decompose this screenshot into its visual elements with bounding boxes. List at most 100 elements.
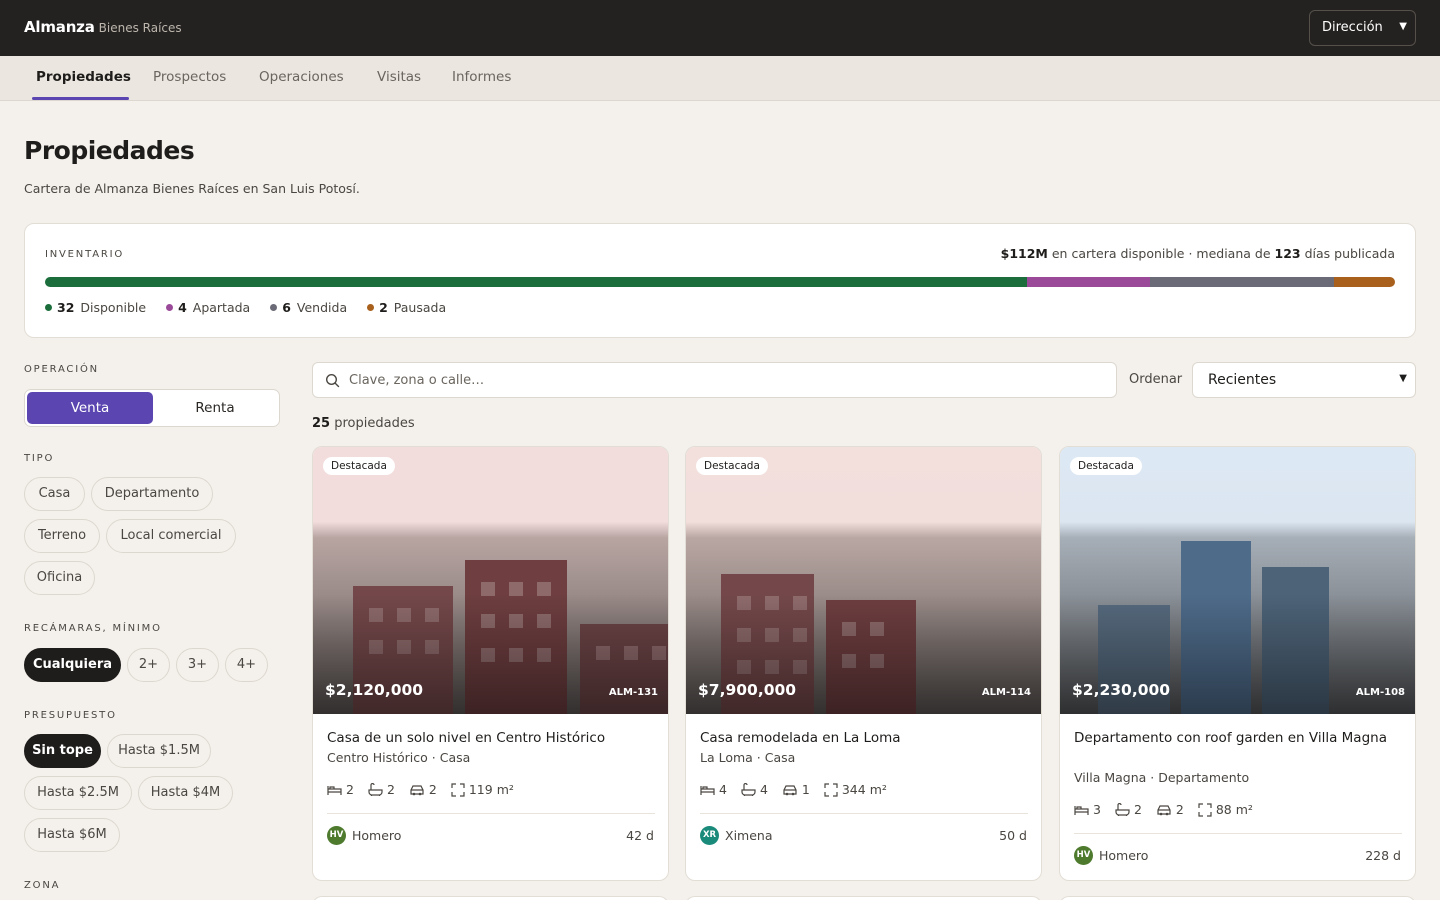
parking-feature: 1 [782,782,810,797]
bedrooms-feature: 4 [700,782,727,797]
parking-count: 1 [801,782,810,797]
budget-chip-2-5m[interactable]: Hasta $2.5M [24,776,132,810]
status-count: 32 [57,300,75,315]
avatar: HV [327,826,346,845]
search-box [312,362,1117,398]
area-feature: 344 m² [824,782,887,797]
type-chip-terreno[interactable]: Terreno [24,519,100,553]
area-value: 119 m² [468,782,514,797]
tab-propiedades[interactable]: Propiedades [36,69,131,85]
bedrooms-chip-any[interactable]: Cualquiera [24,648,121,682]
days-listed: 42 d [626,828,654,843]
search-icon [325,373,340,392]
car-icon [410,784,424,795]
sort-select-value: Recientes [1208,372,1277,388]
bathrooms-feature: 2 [1115,802,1142,817]
status-dot-icon [367,304,375,311]
portfolio-value: $112M [1000,246,1048,261]
parking-count: 2 [428,782,437,797]
summary-mid-text: en cartera disponible · mediana de [1051,246,1271,261]
budget-chip-4m[interactable]: Hasta $4M [138,776,233,810]
sort-select[interactable]: Recientes ▼ [1192,362,1416,398]
listing-agent: HV Homero [1074,846,1148,865]
status-bar-segment [45,277,1027,287]
status-label: Pausada [393,300,447,315]
listing-location: Centro Histórico · Casa [327,750,471,765]
featured-badge: Destacada [1070,457,1142,475]
expand-icon [451,782,465,797]
median-days: 123 [1274,246,1301,261]
bedrooms-feature: 3 [1074,802,1101,817]
inventory-status-bar [45,277,1395,287]
type-chip-departamento[interactable]: Departamento [91,477,213,511]
bedrooms-chip-2plus[interactable]: 2+ [127,648,170,682]
operation-toggle: Venta Renta [24,389,280,427]
legend-item[interactable]: 32 Disponible [45,300,146,315]
listing-card[interactable]: Destacada $2,120,000 ALM-131 Casa de un … [312,446,669,881]
inventory-legend: 32 Disponible 4 Apartada 6 Vendida 2 Pausad… [45,300,446,315]
days-listed: 228 d [1365,848,1401,863]
tab-operaciones[interactable]: Operaciones [259,69,344,85]
tab-visitas[interactable]: Visitas [377,69,421,85]
role-select-value: Dirección [1322,20,1383,35]
chevron-down-icon: ▼ [1399,373,1407,384]
results-count: 25 propiedades [312,416,415,431]
listing-features: 3 2 2 88 m² [1074,802,1253,817]
expand-icon [1198,802,1212,817]
listing-code: ALM-114 [981,687,1031,698]
budget-chip-6m[interactable]: Hasta $6M [24,818,120,852]
bath-icon [368,783,383,796]
operation-venta-button[interactable]: Venta [27,392,153,424]
listing-card[interactable]: Destacada $7,900,000 ALM-114 Casa remode… [685,446,1042,881]
listing-card-peek [685,896,1042,900]
status-count: 4 [178,300,187,315]
listing-code: ALM-131 [608,687,658,698]
budget-chip-1-5m[interactable]: Hasta $1.5M [107,734,211,768]
status-dot-icon [166,304,174,311]
card-divider [700,813,1028,814]
listing-card[interactable]: Destacada $2,230,000 ALM-108 Departament… [1059,446,1416,881]
legend-item[interactable]: 2 Pausada [367,300,446,315]
avatar: HV [1074,846,1093,865]
listing-code: ALM-108 [1355,687,1405,698]
legend-item[interactable]: 6 Vendida [270,300,347,315]
agent-name: Ximena [725,828,773,843]
listing-title[interactable]: Departamento con roof garden en Villa Ma… [1074,728,1394,748]
listing-agent: HV Homero [327,826,401,845]
agent-name: Homero [352,828,402,843]
status-count: 6 [282,300,291,315]
role-select[interactable]: Dirección ▼ [1309,10,1416,46]
type-chip-oficina[interactable]: Oficina [24,561,95,595]
listing-price: $2,120,000 [325,681,424,699]
bedrooms-chip-4plus[interactable]: 4+ [225,648,268,682]
tab-prospectos[interactable]: Prospectos [153,69,226,85]
legend-item[interactable]: 4 Apartada [166,300,250,315]
bedrooms-chip-3plus[interactable]: 3+ [176,648,219,682]
main-tabs: Propiedades Prospectos Operaciones Visit… [0,56,1440,101]
bathrooms-count: 2 [1133,802,1142,817]
brand-logo[interactable]: Almanza Bienes Raíces [24,18,182,36]
parking-feature: 2 [409,782,437,797]
listing-price: $7,900,000 [698,681,797,699]
budget-filter-label: PRESUPUESTO [24,710,117,721]
bedrooms-count: 4 [719,782,727,797]
chevron-down-icon: ▼ [1399,21,1407,32]
bed-icon [700,785,715,795]
tab-informes[interactable]: Informes [452,69,511,85]
type-chip-local-comercial[interactable]: Local comercial [106,519,236,553]
bedrooms-count: 3 [1093,802,1101,817]
operation-renta-button[interactable]: Renta [153,392,277,424]
search-input[interactable] [349,363,1089,397]
results-count-label: propiedades [334,416,415,431]
type-chip-casa[interactable]: Casa [24,477,85,511]
legend-text: 32 Disponible [57,300,146,315]
listing-title[interactable]: Casa remodelada en La Loma [700,728,1020,748]
listing-agent: XR Ximena [700,826,773,845]
status-bar-segment [1026,277,1150,287]
days-listed: 50 d [999,828,1027,843]
status-label: Disponible [80,300,147,315]
status-dot-icon [45,304,52,311]
inventory-label: INVENTARIO [45,249,125,260]
listing-title[interactable]: Casa de un solo nivel en Centro Históric… [327,728,647,748]
budget-chip-sin-tope[interactable]: Sin tope [24,734,101,768]
